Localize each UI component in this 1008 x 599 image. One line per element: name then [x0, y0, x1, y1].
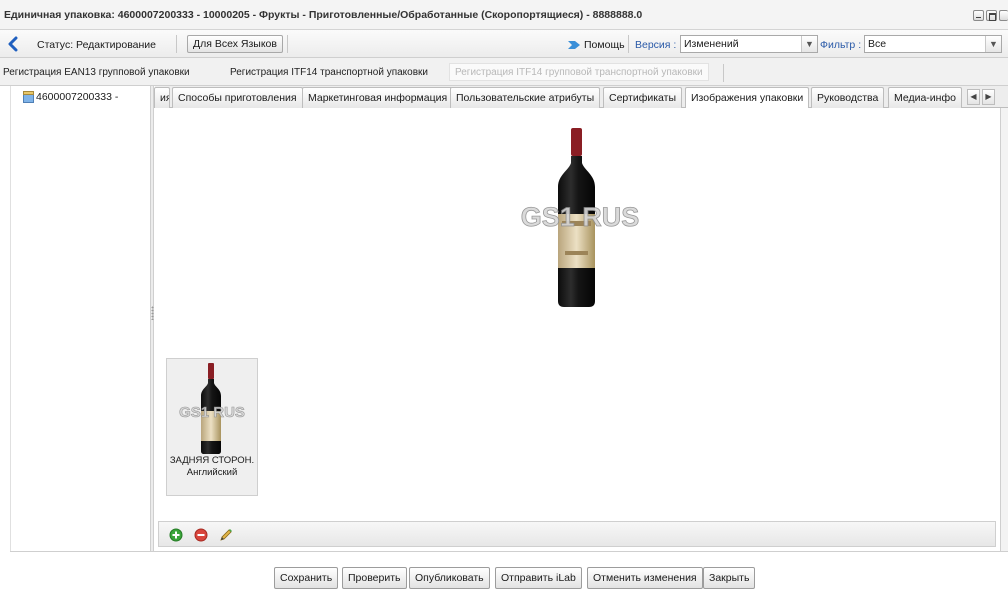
thumbnail-watermark-text: GS1 RUS [179, 404, 245, 421]
main-toolbar: Статус: Редактирование Для Всех Языков П… [0, 30, 1008, 58]
splitter-grip-icon[interactable] [151, 306, 154, 320]
detail-tabbar: ия Способы приготовления Маркетинговая и… [154, 86, 1008, 109]
version-select[interactable]: Изменений ▼ [680, 35, 818, 53]
tree-panel: 4600007200333 - [10, 86, 151, 551]
window-title: Единичная упаковка: 4600007200333 - 1000… [4, 9, 643, 21]
tab-manuals[interactable]: Руководства [811, 87, 885, 108]
help-arrow-icon[interactable] [568, 40, 580, 50]
status-text: Статус: Редактирование [37, 39, 157, 51]
publish-button[interactable]: Опубликовать [409, 567, 490, 589]
chevron-down-icon[interactable]: ▼ [985, 36, 1001, 52]
version-value: Изменений [684, 38, 739, 50]
registration-tabbar: Регистрация EAN13 групповой упаковки Рег… [0, 58, 1008, 86]
back-arrow-icon[interactable] [5, 36, 21, 52]
thumbnail-image[interactable]: GS1 RUS [169, 361, 255, 457]
edit-icon[interactable] [219, 528, 233, 542]
tab-user-attributes[interactable]: Пользовательские атрибуты [450, 87, 601, 108]
image-thumbnail-card[interactable]: GS1 RUS ЗАДНЯЯ СТОРОН. Английский [166, 358, 258, 496]
filter-value: Все [868, 38, 887, 50]
image-toolbar [158, 521, 996, 547]
close-window-button[interactable] [999, 10, 1008, 21]
toolbar-divider [176, 35, 177, 53]
toolbar-divider [628, 35, 629, 53]
thumbnail-caption: ЗАДНЯЯ СТОРОН. [169, 455, 255, 466]
tab-scroll-left-icon[interactable]: ◀ [967, 89, 980, 105]
tab-media-info[interactable]: Медиа-инфо [888, 87, 962, 108]
cancel-changes-button[interactable]: Отменить изменения [587, 567, 703, 589]
toolbar-divider [287, 35, 288, 53]
close-button[interactable]: Закрыть [703, 567, 756, 589]
tree-item-package[interactable]: 4600007200333 - [36, 91, 118, 103]
tab-scroll-right-icon[interactable]: ▶ [982, 89, 995, 105]
minimize-button[interactable] [973, 10, 984, 21]
filter-select[interactable]: Все ▼ [864, 35, 1002, 53]
tab-certificates[interactable]: Сертификаты [603, 87, 682, 108]
tab-registration-itf14-group: Регистрация ITF14 групповой транспортной… [449, 63, 709, 81]
tab-registration-ean13[interactable]: Регистрация EAN13 групповой упаковки [3, 67, 190, 78]
add-icon[interactable] [169, 528, 183, 542]
toolbar-divider [723, 64, 724, 82]
tab-registration-itf14-transport[interactable]: Регистрация ITF14 транспортной упаковки [230, 67, 428, 78]
tab-package-images[interactable]: Изображения упаковки [685, 87, 810, 109]
version-label: Версия : [635, 39, 677, 51]
tab-cooking-methods[interactable]: Способы приготовления [172, 87, 303, 108]
tab-marketing-info[interactable]: Маркетинговая информация [302, 87, 454, 108]
watermark-text: GS1 RUS [521, 202, 640, 232]
help-link[interactable]: Помощь [584, 39, 625, 51]
thumbnail-language: Английский [186, 467, 238, 478]
filter-label: Фильтр : [820, 39, 862, 51]
save-button[interactable]: Сохранить [274, 567, 339, 589]
main-image-preview[interactable]: GS1 RUS [505, 125, 655, 310]
send-ilab-button[interactable]: Отправить iLab [495, 567, 582, 589]
remove-icon[interactable] [194, 528, 208, 542]
tab-truncated[interactable]: ия [154, 87, 170, 108]
vertical-scrollbar[interactable] [1000, 108, 1008, 551]
chevron-down-icon[interactable]: ▼ [801, 36, 817, 52]
maximize-button[interactable] [986, 10, 997, 21]
all-languages-button[interactable]: Для Всех Языков [187, 35, 283, 53]
window-titlebar: Единичная упаковка: 4600007200333 - 1000… [0, 0, 1008, 30]
package-icon [23, 91, 34, 103]
check-button[interactable]: Проверить [342, 567, 407, 589]
